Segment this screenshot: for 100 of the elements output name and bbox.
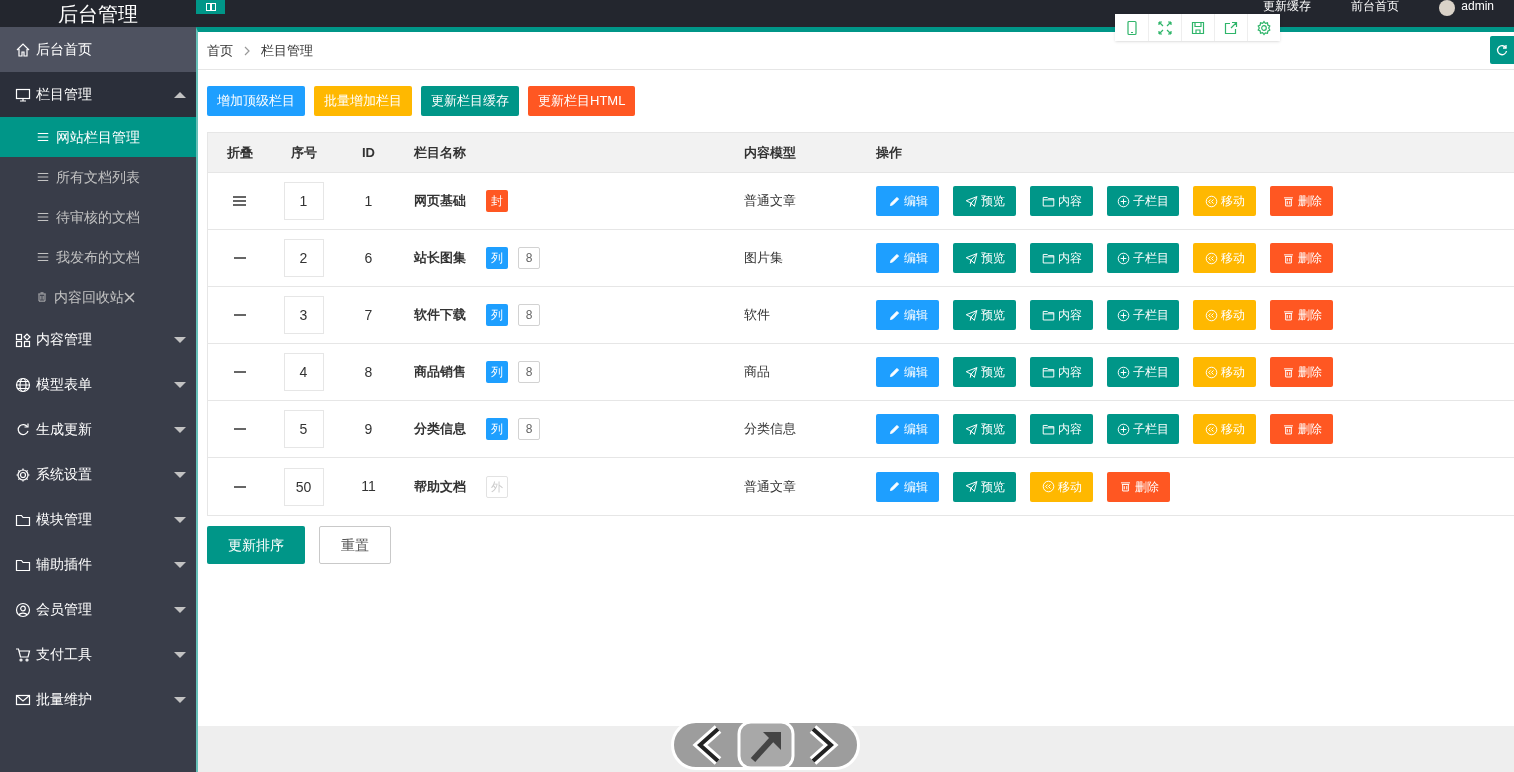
close-icon[interactable] — [124, 291, 135, 303]
cart-icon — [15, 646, 31, 663]
preview-button[interactable]: 预览 — [953, 414, 1016, 444]
monitor-icon — [15, 86, 31, 103]
header-link[interactable]: 前台首页 — [1351, 0, 1400, 13]
menu-toggle-button[interactable] — [196, 0, 225, 14]
delete-button[interactable]: 删除 — [1107, 471, 1170, 502]
trash-icon — [1118, 480, 1132, 493]
sidebar-item[interactable]: 辅助插件 — [0, 542, 196, 587]
preview-button[interactable]: 预览 — [953, 357, 1016, 387]
edit-button[interactable]: 编辑 — [876, 186, 939, 216]
user-name[interactable]: admin — [1461, 0, 1494, 13]
column-header: 栏目名称 — [414, 143, 466, 162]
expand-icon[interactable] — [1157, 19, 1173, 36]
chevron-right-icon — [243, 45, 251, 56]
edit-button[interactable]: 编辑 — [876, 243, 939, 273]
order-input[interactable]: 2 — [283, 239, 324, 277]
table-cell-text: 7 — [364, 305, 373, 325]
arrows-circle-icon — [1204, 422, 1218, 436]
sidebar-item[interactable]: 系统设置 — [0, 452, 196, 497]
delete-button[interactable]: 删除 — [1270, 186, 1333, 216]
preview-button[interactable]: 预览 — [953, 186, 1016, 216]
category-name[interactable]: 网页基础 — [414, 191, 466, 211]
content-button[interactable]: 内容 — [1030, 414, 1093, 444]
sidebar-subitem[interactable]: 所有文档列表 — [0, 157, 196, 197]
child-button[interactable]: 子栏目 — [1107, 300, 1179, 330]
delete-button[interactable]: 删除 — [1270, 300, 1333, 330]
breadcrumb-current[interactable]: 栏目管理 — [261, 40, 313, 61]
table-cell-text: 软件 — [744, 306, 770, 325]
breadcrumb-link[interactable]: 首页 — [207, 40, 233, 61]
preview-button[interactable]: 预览 — [953, 300, 1016, 330]
sidebar-item[interactable]: 后台首页 — [0, 27, 196, 72]
sidebar-item[interactable]: 模块管理 — [0, 497, 196, 542]
edit-button[interactable]: 编辑 — [876, 357, 939, 387]
child-button[interactable]: 子栏目 — [1107, 357, 1179, 387]
dash-icon[interactable] — [233, 314, 246, 316]
tag: 列 — [486, 361, 508, 383]
order-input[interactable]: 1 — [283, 182, 324, 220]
sidebar-subitem[interactable]: 网站栏目管理 — [0, 117, 196, 157]
sidebar-subitem[interactable]: 待审核的文档 — [0, 197, 196, 237]
order-input[interactable]: 4 — [283, 353, 324, 391]
category-name[interactable]: 帮助文档 — [414, 476, 466, 497]
refresh-icon — [1496, 44, 1508, 56]
content-button[interactable]: 内容 — [1030, 243, 1093, 273]
dash-icon[interactable] — [233, 257, 246, 259]
trash-icon — [1281, 422, 1295, 436]
sidebar-item[interactable]: 生成更新 — [0, 407, 196, 452]
list-icon — [36, 250, 50, 264]
sidebar-item[interactable]: 支付工具 — [0, 632, 196, 677]
trash-icon — [36, 291, 48, 303]
order-input[interactable]: 3 — [283, 296, 324, 334]
reset-button[interactable]: 重置 — [319, 526, 391, 564]
sidebar-item[interactable]: 栏目管理 — [0, 72, 196, 117]
content-button[interactable]: 内容 — [1030, 300, 1093, 330]
tag: 8 — [518, 247, 540, 269]
category-name[interactable]: 分类信息 — [414, 419, 466, 439]
settings-icon[interactable] — [1256, 19, 1272, 36]
content-button[interactable]: 内容 — [1030, 186, 1093, 216]
share-icon[interactable] — [1223, 19, 1239, 36]
save-icon[interactable] — [1190, 19, 1206, 36]
header-link[interactable]: 更新缓存 — [1263, 0, 1312, 13]
category-name[interactable]: 软件下载 — [414, 305, 466, 325]
sidebar-subitem[interactable]: 内容回收站 — [0, 277, 196, 317]
arrows-circle-icon — [1204, 365, 1218, 379]
order-input[interactable]: 50 — [283, 467, 324, 506]
edit-button[interactable]: 编辑 — [876, 471, 939, 502]
preview-button[interactable]: 预览 — [953, 243, 1016, 273]
dash-icon[interactable] — [233, 371, 246, 373]
sidebar-item[interactable]: 模型表单 — [0, 362, 196, 407]
action-button[interactable]: 更新栏目HTML — [528, 86, 636, 116]
edit-button[interactable]: 编辑 — [876, 300, 939, 330]
category-name[interactable]: 站长图集 — [414, 248, 466, 268]
sidebar-item[interactable]: 内容管理 — [0, 317, 196, 362]
child-button[interactable]: 子栏目 — [1107, 243, 1179, 273]
delete-button[interactable]: 删除 — [1270, 357, 1333, 387]
grid-icon — [15, 331, 31, 348]
delete-button[interactable]: 删除 — [1270, 243, 1333, 273]
content-button[interactable]: 内容 — [1030, 357, 1093, 387]
action-button[interactable]: 增加顶级栏目 — [207, 86, 305, 116]
table-cell-text: 8 — [364, 362, 373, 382]
dash-icon[interactable] — [233, 485, 246, 488]
edit-button[interactable]: 编辑 — [876, 414, 939, 444]
delete-button[interactable]: 删除 — [1270, 414, 1333, 444]
refresh-button[interactable] — [1490, 36, 1514, 64]
arrows-circle-icon — [1204, 308, 1218, 322]
sidebar-item[interactable]: 会员管理 — [0, 587, 196, 632]
action-button[interactable]: 更新栏目缓存 — [421, 86, 519, 116]
sidebar-item[interactable]: 批量维护 — [0, 677, 196, 722]
update-order-button[interactable]: 更新排序 — [207, 526, 305, 564]
child-button[interactable]: 子栏目 — [1107, 186, 1179, 216]
plus-circle-icon — [1117, 365, 1130, 379]
preview-button[interactable]: 预览 — [953, 471, 1016, 502]
sidebar-subitem[interactable]: 我发布的文档 — [0, 237, 196, 277]
child-button[interactable]: 子栏目 — [1107, 414, 1179, 444]
menu-icon[interactable] — [233, 196, 246, 206]
avatar — [1439, 0, 1456, 16]
category-name[interactable]: 商品销售 — [414, 362, 466, 382]
order-input[interactable]: 5 — [283, 410, 324, 448]
dash-icon[interactable] — [233, 428, 246, 430]
refresh-icon — [15, 421, 31, 438]
